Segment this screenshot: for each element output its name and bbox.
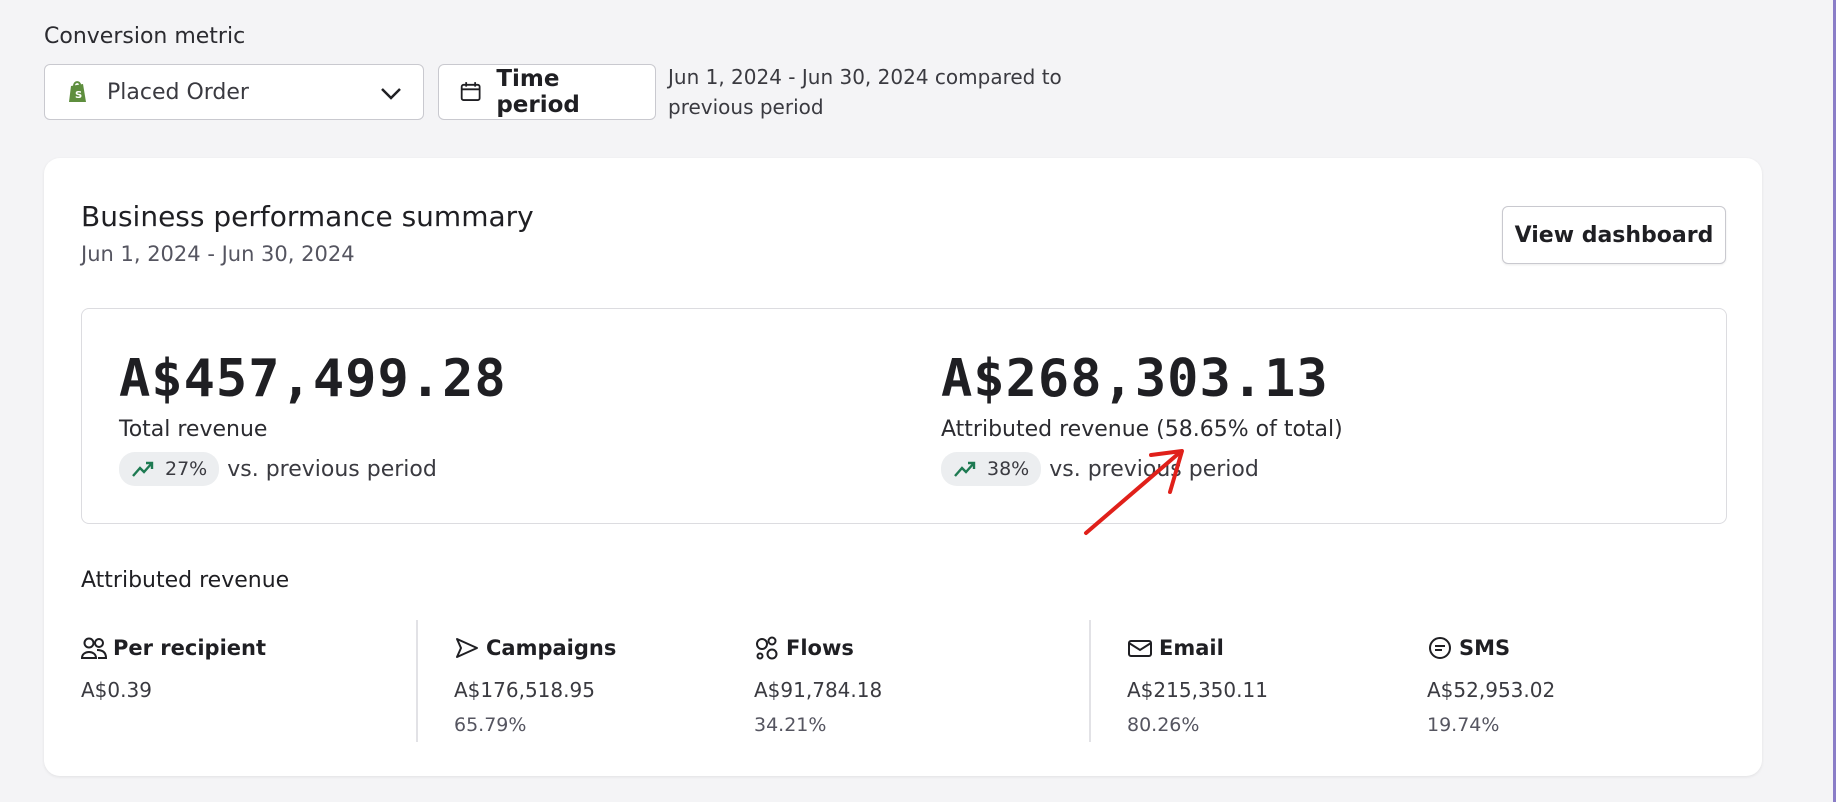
stat-value: A$215,350.11	[1127, 678, 1268, 702]
stat-value: A$176,518.95	[454, 678, 595, 702]
stat-percent: 65.79%	[454, 714, 527, 736]
trend-badge: 27%	[119, 452, 220, 486]
mail-icon	[1128, 640, 1152, 657]
period-comparison-text: Jun 1, 2024 - Jun 30, 2024 compared to p…	[668, 65, 1062, 119]
stat-value: A$52,953.02	[1427, 678, 1556, 702]
chat-icon	[1429, 637, 1451, 659]
stat-per-recipient: Per recipient A$0.39	[81, 636, 266, 702]
conversion-metric-label: Conversion metric	[44, 24, 246, 49]
stat-flows: Flows A$91,784.18 34.21%	[754, 636, 882, 736]
trend-badge: 38%	[941, 452, 1042, 486]
stat-label: Email	[1159, 636, 1224, 660]
total-revenue-kpi: A$457,499.28 Total revenue 27% vs. previ…	[119, 349, 507, 486]
stat-sms: SMS A$52,953.02 19.74%	[1427, 636, 1555, 736]
people-icon	[81, 637, 107, 659]
trend-up-icon	[132, 461, 154, 477]
send-icon	[456, 638, 478, 658]
time-period-label: Time period	[496, 66, 580, 118]
stat-label: Flows	[786, 636, 854, 660]
flows-icon	[756, 636, 778, 660]
trend-value: 27%	[165, 458, 208, 480]
total-revenue-value: A$457,499.28	[119, 349, 507, 409]
calendar-icon	[460, 82, 481, 101]
stat-campaigns: Campaigns A$176,518.95 65.79%	[454, 636, 616, 736]
divider	[1089, 620, 1091, 742]
stat-value: A$0.39	[81, 678, 152, 702]
stat-percent: 19.74%	[1427, 714, 1500, 736]
attributed-revenue-trend: 38% vs. previous period	[941, 452, 1343, 486]
filter-controls: S Placed Order Time period Jun 1, 2024 -…	[44, 62, 1068, 122]
card-title: Business performance summary	[81, 200, 534, 233]
attributed-revenue-label: Attributed revenue (58.65% of total)	[941, 417, 1343, 442]
divider	[416, 620, 418, 742]
stat-label: SMS	[1459, 636, 1511, 660]
attributed-revenue-heading: Attributed revenue	[81, 568, 290, 593]
conversion-metric-value: Placed Order	[107, 79, 249, 105]
stat-label: Per recipient	[113, 636, 267, 660]
shopify-icon: S	[69, 81, 86, 102]
stat-value: A$91,784.18	[754, 678, 883, 702]
attributed-revenue-value: A$268,303.13	[941, 349, 1329, 409]
chevron-down-icon	[381, 88, 401, 100]
stat-label: Campaigns	[486, 636, 617, 660]
attributed-revenue-kpi: A$268,303.13 Attributed revenue (58.65% …	[941, 349, 1343, 486]
trend-up-icon	[954, 461, 976, 477]
trend-comparison-text: vs. previous period	[1049, 456, 1259, 482]
total-revenue-trend: 27% vs. previous period	[119, 452, 507, 486]
conversion-metric-select[interactable]: S Placed Order	[44, 64, 424, 120]
kpi-panel: A$457,499.28 Total revenue 27% vs. previ…	[81, 308, 1727, 524]
card-date-range: Jun 1, 2024 - Jun 30, 2024	[81, 242, 355, 266]
svg-text:S: S	[75, 90, 82, 101]
time-period-button[interactable]: Time period	[438, 64, 656, 120]
stat-percent: 34.21%	[754, 714, 827, 736]
total-revenue-label: Total revenue	[119, 417, 268, 442]
stat-email: Email A$215,350.11 80.26%	[1127, 636, 1268, 736]
business-performance-card: Business performance summary Jun 1, 2024…	[44, 158, 1762, 776]
trend-comparison-text: vs. previous period	[227, 456, 437, 482]
stat-percent: 80.26%	[1127, 714, 1200, 736]
view-dashboard-button[interactable]: View dashboard	[1502, 206, 1726, 264]
trend-value: 38%	[987, 458, 1030, 480]
